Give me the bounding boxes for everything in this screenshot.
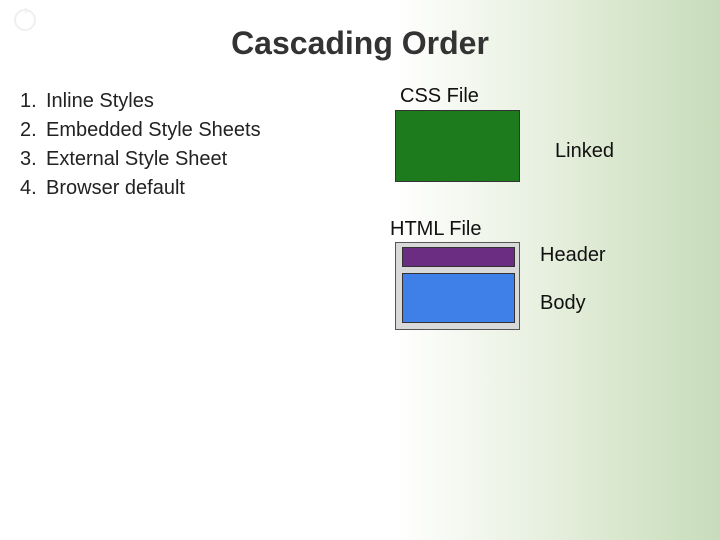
list-item: 1.Inline Styles <box>20 90 261 113</box>
list-item: 2.Embedded Style Sheets <box>20 119 261 142</box>
list-item: 4.Browser default <box>20 177 261 200</box>
list-number: 1. <box>20 90 46 113</box>
body-label: Body <box>540 292 586 315</box>
list-number: 3. <box>20 148 46 171</box>
slide-title: Cascading Order <box>0 25 720 62</box>
list-text: External Style Sheet <box>46 148 227 170</box>
list-number: 2. <box>20 119 46 142</box>
list-item: 3.External Style Sheet <box>20 148 261 171</box>
header-box <box>402 247 515 267</box>
css-file-box <box>395 110 520 182</box>
list-number: 4. <box>20 177 46 200</box>
html-file-box <box>395 242 520 330</box>
css-file-label: CSS File <box>400 85 479 108</box>
html-file-label: HTML File <box>390 218 481 241</box>
header-label: Header <box>540 244 606 267</box>
body-box <box>402 273 515 323</box>
list-text: Browser default <box>46 177 185 199</box>
ordered-list: 1.Inline Styles 2.Embedded Style Sheets … <box>20 90 261 206</box>
list-text: Embedded Style Sheets <box>46 119 261 141</box>
linked-label: Linked <box>555 140 614 163</box>
list-text: Inline Styles <box>46 90 154 112</box>
